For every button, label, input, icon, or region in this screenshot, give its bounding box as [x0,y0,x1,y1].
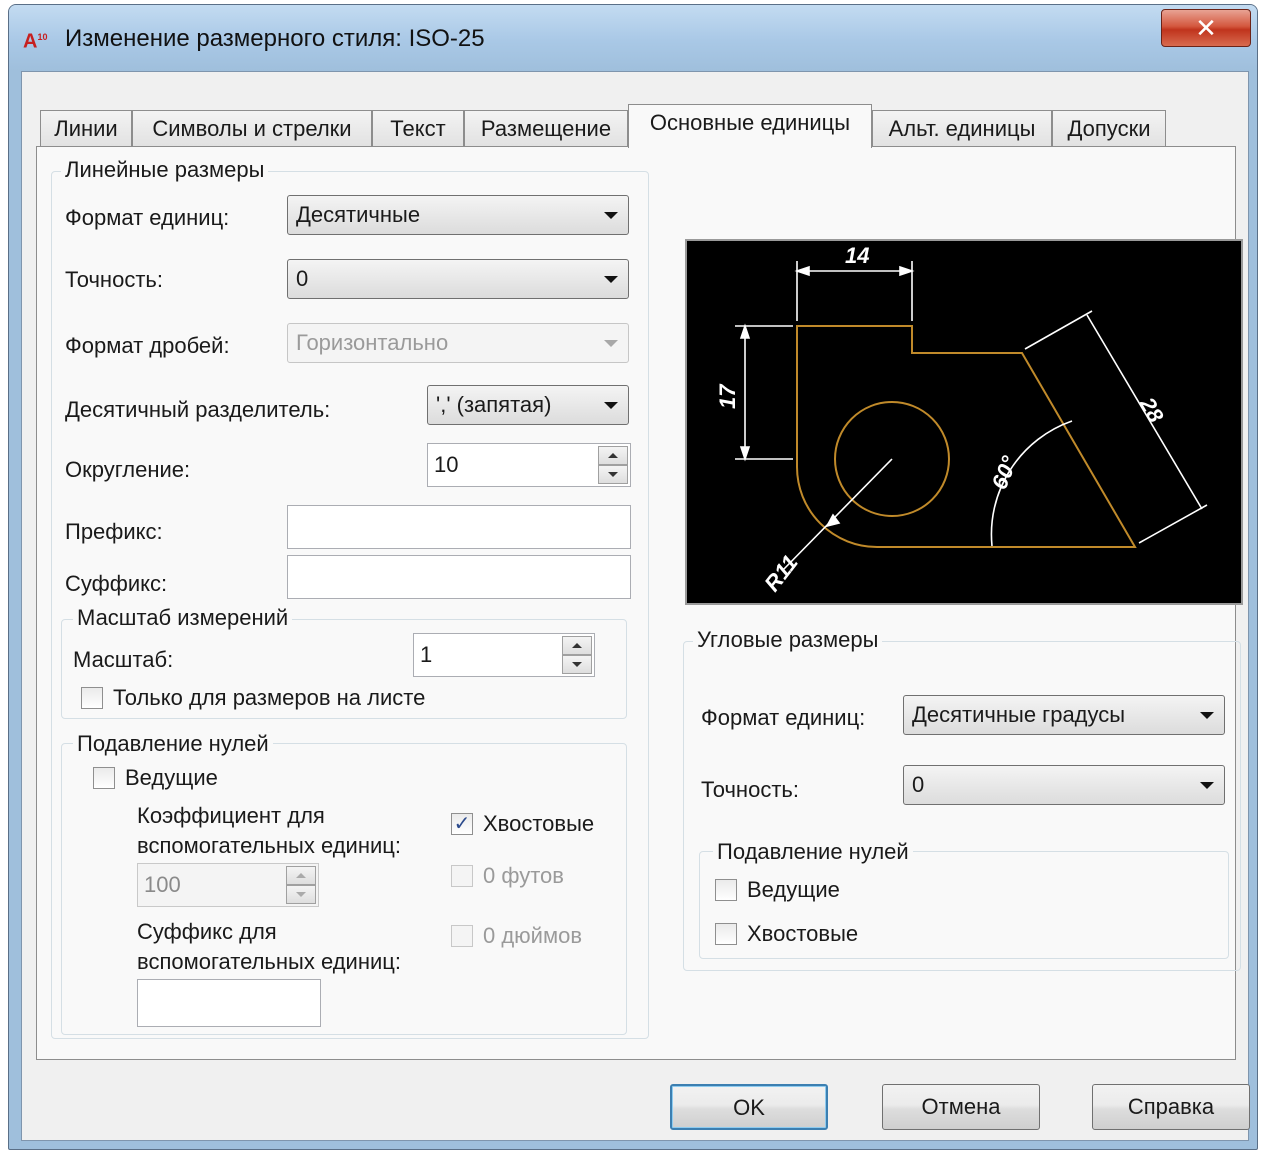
scale-input[interactable]: 1 [413,633,595,677]
fraction-format-label: Формат дробей: [65,333,230,358]
subunit-factor-spinner[interactable] [286,866,316,904]
angular-dimensions-legend: Угловые размеры [693,627,883,653]
angular-unit-format-value: Десятичные градусы [912,702,1126,727]
spin-up-icon[interactable] [286,866,316,885]
prefix-label: Префикс: [65,519,163,544]
zero-feet-label: 0 футов [483,863,564,888]
chevron-down-icon [604,276,618,283]
preview-geometry [796,325,1137,548]
trailing-zeros-checkbox[interactable]: ✓ [451,813,473,835]
chevron-down-icon [1200,712,1214,719]
angular-precision-value: 0 [912,772,925,797]
subunit-factor-label-line2: вспомогательных единиц: [137,833,401,858]
leading-zeros-checkbox[interactable] [93,767,115,789]
chevron-down-icon [604,212,618,219]
scale-value: 1 [420,642,433,667]
angular-trailing-zeros-checkbox[interactable] [715,923,737,945]
prefix-input[interactable] [287,505,631,549]
autocad-app-icon: A10 [23,30,48,53]
layout-only-checkbox[interactable] [81,687,103,709]
rounding-value: 10 [434,452,459,477]
unit-format-label: Формат единиц: [65,205,230,230]
precision-label: Точность: [65,267,163,292]
trailing-zeros-label: Хвостовые [483,811,595,836]
angular-precision-label: Точность: [701,777,799,802]
chevron-down-icon [604,402,618,409]
dim-left-label: 17 [715,383,740,409]
rounding-spinner[interactable] [598,446,628,484]
dim-diag-label: 28 [1134,392,1169,427]
tab-fit[interactable]: Размещение [464,110,628,148]
subunit-factor-label: Коэффициент для [137,803,325,828]
fraction-format-select[interactable]: Горизонтально [287,323,629,363]
dimension-style-preview: 14 17 28 60° R11 [685,239,1243,605]
linear-dimensions-legend: Линейные размеры [61,157,269,183]
dialog-window: A10 Изменение размерного стиля: ISO-25 ✕… [8,4,1258,1150]
dim-top-label: 14 [845,243,869,268]
spin-down-icon[interactable] [598,465,628,484]
subunit-suffix-label-line2: вспомогательных единиц: [137,949,401,974]
tab-lines[interactable]: Линии [40,110,132,148]
suffix-label: Суффикс: [65,571,168,596]
scale-label: Масштаб: [73,647,174,672]
angular-trailing-zeros-label: Хвостовые [747,921,859,946]
spin-up-icon[interactable] [598,446,628,465]
cancel-button[interactable]: Отмена [882,1084,1040,1130]
tab-tolerances[interactable]: Допуски [1052,110,1166,148]
spin-down-icon[interactable] [286,885,316,904]
chevron-down-icon [604,340,618,347]
tab-text[interactable]: Текст [372,110,464,148]
angular-unit-format-select[interactable]: Десятичные градусы [903,695,1225,735]
subunit-factor-value: 100 [144,872,181,897]
suffix-input[interactable] [287,555,631,599]
unit-format-select[interactable]: Десятичные [287,195,629,235]
tab-symbols-arrows[interactable]: Символы и стрелки [132,110,372,148]
title-bar[interactable]: A10 Изменение размерного стиля: ISO-25 ✕ [9,5,1257,71]
precision-select[interactable]: 0 [287,259,629,299]
part-outline [796,325,1137,548]
preview-labels: 14 17 28 60° R11 [715,243,1169,596]
tab-alternate-units[interactable]: Альт. единицы [872,110,1052,148]
help-button[interactable]: Справка [1092,1084,1250,1130]
spin-down-icon[interactable] [562,655,592,674]
leading-zeros-label: Ведущие [125,765,218,790]
check-icon: ✓ [453,813,471,835]
dialog-client-area: Линии Символы и стрелки Текст Размещение… [21,71,1250,1141]
rounding-input[interactable]: 10 [427,443,631,487]
close-button[interactable]: ✕ [1161,9,1251,47]
zero-inches-label: 0 дюймов [483,923,583,948]
preview-dimensions [735,261,1208,572]
layout-only-label: Только для размеров на листе [113,685,426,710]
window-title: Изменение размерного стиля: ISO-25 [65,25,485,52]
precision-value: 0 [296,266,309,291]
tab-panel-primary-units: Линейные размеры Формат единиц: Десятичн… [36,146,1243,1060]
subunit-factor-input[interactable]: 100 [137,863,319,907]
tab-primary-units[interactable]: Основные единицы [628,104,872,148]
zero-feet-checkbox[interactable] [451,865,473,887]
zero-suppression-linear-legend: Подавление нулей [73,731,273,757]
fraction-format-value: Горизонтально [296,330,449,355]
subunit-suffix-label: Суффикс для [137,919,277,944]
decimal-separator-value: ',' (запятая) [436,392,552,417]
unit-format-value: Десятичные [296,202,421,227]
decimal-separator-label: Десятичный разделитель: [65,397,331,422]
scale-spinner[interactable] [562,636,592,674]
spin-up-icon[interactable] [562,636,592,655]
zero-suppression-angular-legend: Подавление нулей [713,839,913,865]
angular-unit-format-label: Формат единиц: [701,705,866,730]
decimal-separator-select[interactable]: ',' (запятая) [427,385,629,425]
close-icon: ✕ [1195,13,1217,43]
preview-drawing: 14 17 28 60° R11 [715,243,1208,596]
dim-angle-label: 60° [986,452,1022,492]
angular-leading-zeros-label: Ведущие [747,877,840,902]
subunit-suffix-input[interactable] [137,979,321,1027]
angular-precision-select[interactable]: 0 [903,765,1225,805]
ok-button[interactable]: OK [670,1084,828,1130]
chevron-down-icon [1200,782,1214,789]
measurement-scale-legend: Масштаб измерений [73,605,293,631]
angular-leading-zeros-checkbox[interactable] [715,879,737,901]
rounding-label: Округление: [65,457,191,482]
zero-inches-checkbox[interactable] [451,925,473,947]
